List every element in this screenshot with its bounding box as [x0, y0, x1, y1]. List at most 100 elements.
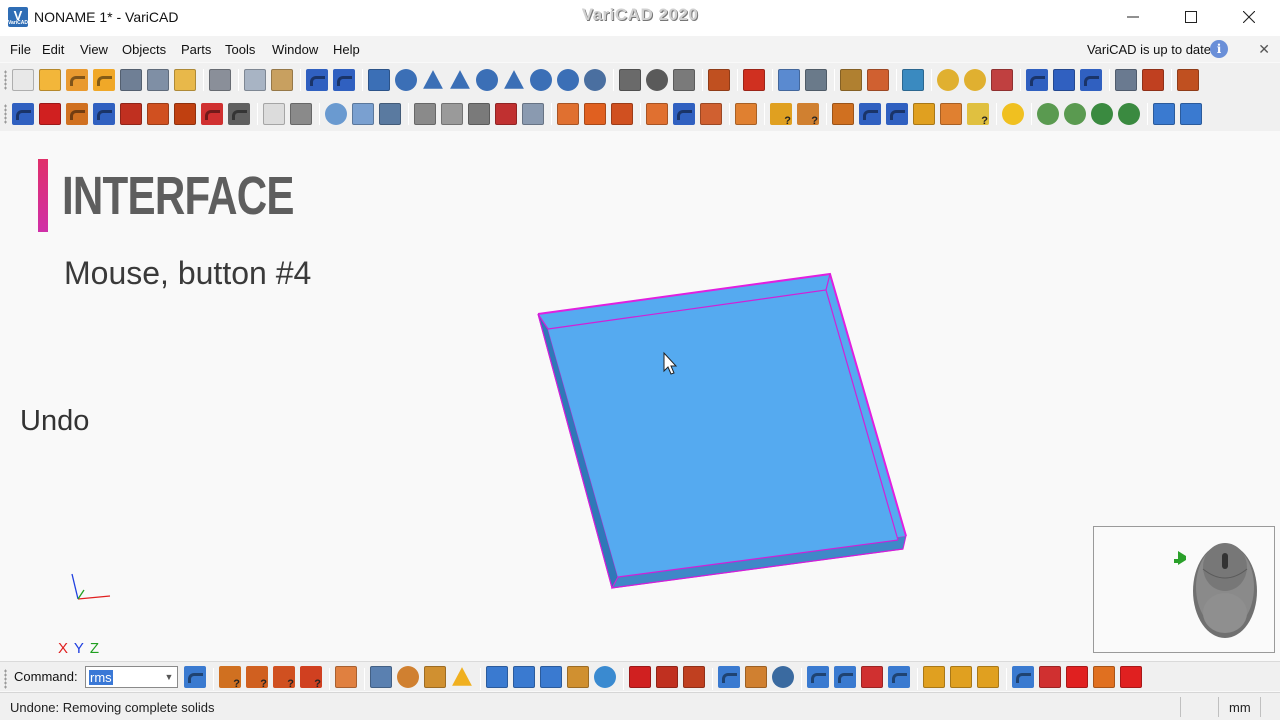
center-of-mass-icon[interactable]: [1002, 103, 1024, 125]
mode-3d-icon[interactable]: [1180, 103, 1202, 125]
solid-plate[interactable]: [537, 272, 907, 590]
detach-icon[interactable]: [700, 103, 722, 125]
move-icon[interactable]: [66, 103, 88, 125]
cancel-check-icon[interactable]: [1039, 666, 1061, 688]
folder-remove-icon[interactable]: [977, 666, 999, 688]
zoom-all-icon[interactable]: [964, 69, 986, 91]
align-icon[interactable]: [120, 103, 142, 125]
snap-icon[interactable]: [859, 103, 881, 125]
check-query-icon[interactable]: [770, 103, 792, 127]
print-icon[interactable]: [209, 69, 231, 91]
delete-icon[interactable]: [39, 103, 61, 125]
maximize-button[interactable]: [1162, 0, 1220, 34]
close-window-button[interactable]: [1220, 0, 1278, 34]
shell-icon[interactable]: [495, 103, 517, 125]
save-icon[interactable]: [120, 69, 142, 91]
spring-icon[interactable]: [673, 69, 695, 91]
rotate-icon[interactable]: [201, 103, 223, 125]
cancel-orange-icon[interactable]: [1093, 666, 1115, 688]
axes-icon[interactable]: [1026, 69, 1048, 91]
cone-icon[interactable]: [450, 70, 470, 89]
boolean-intersect-icon[interactable]: [611, 103, 633, 125]
unfold-icon[interactable]: [867, 69, 889, 91]
zoom-window-icon[interactable]: [1037, 103, 1059, 125]
wedge-icon[interactable]: [423, 70, 443, 89]
monitor-icon[interactable]: [902, 69, 924, 91]
copy-move-icon[interactable]: [93, 103, 115, 125]
view-section-icon[interactable]: [805, 69, 827, 91]
replace-icon[interactable]: [888, 666, 910, 688]
drawing-area[interactable]: INTERFACE Mouse, button #4 Undo X Y Z: [0, 131, 1280, 661]
zoom-in-icon[interactable]: [1118, 103, 1140, 125]
eraser-icon[interactable]: [335, 666, 357, 688]
toolbar-grip[interactable]: [4, 104, 7, 124]
bolt-icon[interactable]: [619, 69, 641, 91]
render-mode-icon[interactable]: [991, 69, 1013, 91]
menu-window[interactable]: Window: [272, 42, 318, 57]
command-export-icon[interactable]: [184, 666, 206, 688]
dimension-icon[interactable]: [886, 103, 908, 125]
query-s-icon[interactable]: [246, 666, 268, 690]
measure-icon[interactable]: [743, 69, 765, 91]
link-icon[interactable]: [772, 666, 794, 688]
boolean-cut-icon[interactable]: [584, 103, 606, 125]
pipe-icon[interactable]: [557, 69, 579, 91]
menu-file[interactable]: File: [10, 42, 31, 57]
menu-parts[interactable]: Parts: [181, 42, 211, 57]
texture-icon[interactable]: [352, 103, 374, 125]
command-dropdown-icon[interactable]: ▼: [161, 667, 177, 687]
cut-solid-icon[interactable]: [832, 103, 854, 125]
group-icon[interactable]: [567, 666, 589, 688]
query-j-icon[interactable]: [300, 666, 322, 690]
info-query-icon[interactable]: [797, 103, 819, 127]
section-icon[interactable]: [778, 69, 800, 91]
gear-icon[interactable]: [646, 69, 668, 91]
close-red-icon[interactable]: [1120, 666, 1142, 688]
solid-box-icon[interactable]: [379, 103, 401, 125]
fillet-icon[interactable]: [468, 103, 490, 125]
hierarchy-icon[interactable]: [540, 666, 562, 688]
units-indicator[interactable]: mm: [1229, 700, 1251, 715]
open-recent-icon[interactable]: [66, 69, 88, 91]
wireframe-box-icon[interactable]: [290, 103, 312, 125]
sphere-icon[interactable]: [584, 69, 606, 91]
torus-icon[interactable]: [476, 69, 498, 91]
zoom-previous-icon[interactable]: [937, 69, 959, 91]
split-icon[interactable]: [673, 103, 695, 125]
edit-dimension-icon[interactable]: [913, 103, 935, 125]
paste-icon[interactable]: [271, 69, 293, 91]
boolean-add-icon[interactable]: [557, 103, 579, 125]
toolbar-grip[interactable]: [4, 669, 7, 689]
chamfer-icon[interactable]: [522, 103, 544, 125]
zoom-extent-icon[interactable]: [1064, 103, 1086, 125]
redo-icon[interactable]: [333, 69, 355, 91]
cylinder-icon[interactable]: [395, 69, 417, 91]
switch-view-icon[interactable]: [1142, 69, 1164, 91]
copy-icon[interactable]: [244, 69, 266, 91]
folder-add-icon[interactable]: [923, 666, 945, 688]
minimize-button[interactable]: [1104, 0, 1162, 34]
folder-update-icon[interactable]: [950, 666, 972, 688]
anchor-icon[interactable]: [174, 103, 196, 125]
menu-edit[interactable]: Edit: [42, 42, 64, 57]
box-solid-icon[interactable]: [368, 69, 390, 91]
check-icon[interactable]: [1012, 666, 1034, 688]
pyramid-icon[interactable]: [504, 70, 524, 89]
new-file-icon[interactable]: [12, 69, 34, 91]
frame-icon[interactable]: [1053, 69, 1075, 91]
thread-icon[interactable]: [414, 103, 436, 125]
text-icon[interactable]: [452, 667, 472, 686]
constraint-icon[interactable]: [940, 103, 962, 125]
open-file-icon[interactable]: [39, 69, 61, 91]
close-notification-icon[interactable]: ✕: [1258, 41, 1270, 58]
transparent-box-icon[interactable]: [263, 103, 285, 125]
list-icon[interactable]: [656, 666, 678, 688]
query-solid-icon[interactable]: [967, 103, 989, 127]
bucket-icon[interactable]: [370, 666, 392, 688]
mode-2d-icon[interactable]: [1153, 103, 1175, 125]
info-icon[interactable]: i: [1210, 40, 1228, 58]
export-view-icon[interactable]: [1177, 69, 1199, 91]
zoom-out-icon[interactable]: [1091, 103, 1113, 125]
tree-icon[interactable]: [513, 666, 535, 688]
toolbar-grip[interactable]: [4, 70, 7, 90]
